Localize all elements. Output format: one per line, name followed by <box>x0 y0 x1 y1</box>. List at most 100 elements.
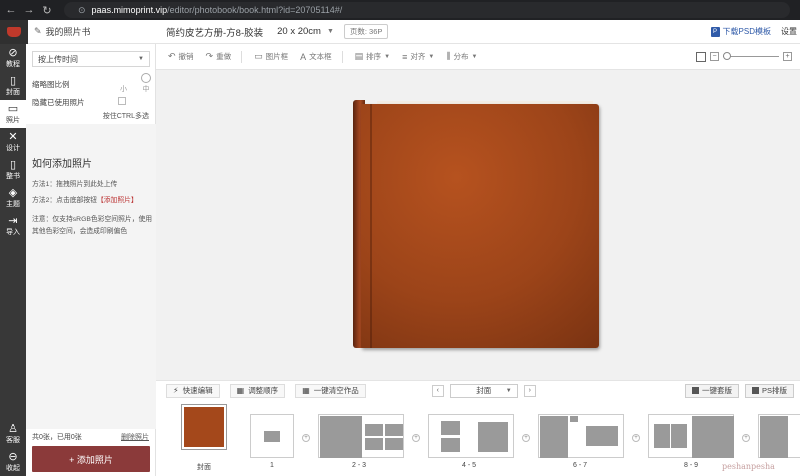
fit-screen-icon[interactable] <box>696 51 706 62</box>
address-bar[interactable]: ⊙ paas.mimoprint.vip/editor/photobook/bo… <box>64 2 790 18</box>
caret-down-icon: ▼ <box>384 53 391 60</box>
thumb-photo-slot <box>320 416 362 458</box>
align-label: 对齐 <box>410 52 426 61</box>
back-icon[interactable]: ← <box>4 3 18 17</box>
caret-down-icon: ▼ <box>138 56 144 62</box>
book-icon: ▯ <box>9 159 17 171</box>
thumb-page-2-3[interactable] <box>318 414 404 458</box>
nav-item-support[interactable]: ♙ 客服 <box>0 420 26 448</box>
size-medium: 中 <box>142 86 150 93</box>
my-books-label: 我的照片书 <box>45 27 91 37</box>
sort-select[interactable]: 按上传时间 ▼ <box>32 51 150 67</box>
clear-all-label: 一键清空作品 <box>313 386 359 395</box>
forward-icon[interactable]: → <box>22 3 36 17</box>
howto-title: 如何添加照片 <box>32 159 92 170</box>
distribute-button[interactable]: ⫼ 分布 ▼ <box>446 51 477 62</box>
method1-text: 方法1：拖拽照片到此处上传 <box>32 181 118 188</box>
text-icon: A <box>300 51 307 62</box>
align-icon: ≡ <box>402 51 408 62</box>
caret-down-icon: ▼ <box>505 387 512 394</box>
thumb-photo-slot <box>586 426 618 446</box>
text-box-button[interactable]: A 文本框 <box>300 51 332 62</box>
thumb-page-4-5[interactable] <box>428 414 514 458</box>
align-button[interactable]: ≡ 对齐 ▼ <box>402 51 434 62</box>
nav-label: 收起 <box>6 465 20 472</box>
insert-page-icon[interactable]: + <box>412 434 420 442</box>
page-controls-bar: ⚡ 快速编辑 ▦ 调整顺序 ▦ 一键清空作品 ‹ 封面 ▼ › 一键套版 PS排版 <box>156 380 800 400</box>
auto-layout-button[interactable]: 一键套版 <box>684 383 739 398</box>
thumb-label: 封面 <box>197 464 211 471</box>
clear-all-button[interactable]: ▦ 一键清空作品 <box>295 383 366 398</box>
hide-used-checkbox[interactable] <box>118 97 126 105</box>
add-photo-button[interactable]: + 添加照片 <box>32 446 150 472</box>
toolbar-divider <box>241 50 243 63</box>
reorder-label: 调整顺序 <box>248 386 279 395</box>
photo-icon: ▭ <box>7 103 19 115</box>
sort-button[interactable]: ▤ 排序 ▼ <box>355 51 390 62</box>
insert-page-icon[interactable]: + <box>522 434 530 442</box>
my-books-link[interactable]: ✎ 我的照片书 <box>34 25 158 38</box>
zoom-out-icon[interactable]: − <box>710 52 719 61</box>
insert-page-icon[interactable]: + <box>632 434 640 442</box>
thumb-page-8-9[interactable] <box>648 414 734 458</box>
zoom-in-icon[interactable]: + <box>783 52 792 61</box>
thumb-photo-slot <box>385 438 403 450</box>
lightning-icon: ⚡ <box>173 386 179 395</box>
nav-item-design[interactable]: ✕ 设计 <box>0 128 26 156</box>
delete-photos-link[interactable]: 删除照片 <box>121 432 149 442</box>
undo-button[interactable]: ↶ 撤销 <box>168 51 194 62</box>
thumb-photo-slot <box>570 416 578 422</box>
leather-cover[interactable] <box>361 104 599 348</box>
quick-edit-button[interactable]: ⚡ 快速编辑 <box>166 383 220 398</box>
nav-item-cover[interactable]: ▯ 封面 <box>0 72 26 100</box>
ps-icon <box>751 387 759 394</box>
book-cover-preview[interactable] <box>353 100 599 348</box>
app-logo[interactable] <box>0 19 28 44</box>
distribute-label: 分布 <box>453 52 469 61</box>
auto-layout-label: 一键套版 <box>701 386 732 395</box>
zoom-knob[interactable] <box>723 52 731 60</box>
nav-item-theme[interactable]: ◈ 主题 <box>0 184 26 212</box>
slider-knob[interactable] <box>141 73 151 83</box>
nav-item-photo[interactable]: ▭ 照片 <box>0 100 26 128</box>
pages-badge: 页数: 36P <box>343 24 389 39</box>
thumb-page-6-7[interactable] <box>538 414 624 458</box>
thumb-cover[interactable] <box>181 404 227 450</box>
page-select[interactable]: 封面 ▼ <box>449 383 518 398</box>
download-psd-link[interactable]: P 下载PSD模板 <box>710 26 771 37</box>
thumb-page-1[interactable] <box>250 414 294 458</box>
nav-item-help[interactable]: ⊘ 教程 <box>0 44 26 72</box>
color-note: 注意：仅支持sRGB色彩空间照片，使用其他色彩空间，会造成印刷偏色 <box>32 216 153 235</box>
size-small: 小 <box>120 86 127 93</box>
photo-frame-button[interactable]: ▭ 图片框 <box>254 51 288 62</box>
reorder-button[interactable]: ▦ 调整顺序 <box>229 383 286 398</box>
next-page-button[interactable]: › <box>523 384 536 397</box>
thumb-photo-slot <box>478 422 508 452</box>
browser-bar: ← → ↻ ⊙ paas.mimoprint.vip/editor/photob… <box>0 0 800 20</box>
redo-button[interactable]: ↷ 重做 <box>206 51 232 62</box>
zoom-slider[interactable] <box>723 52 779 60</box>
thumb-page-partial[interactable] <box>758 414 800 458</box>
nav-item-book[interactable]: ▯ 整书 <box>0 156 26 184</box>
thumb-label: 6 - 7 <box>573 462 588 469</box>
method2-link[interactable]: 【添加照片】 <box>97 197 138 204</box>
settings-link[interactable]: 设置 <box>781 26 797 37</box>
nav-label: 整书 <box>6 173 20 180</box>
image-frame-icon: ▭ <box>254 51 263 61</box>
photo-count: 共0张，已用0张 <box>32 434 82 441</box>
reorder-icon: ▦ <box>236 386 245 395</box>
nav-item-collapse[interactable]: ⊖ 收起 <box>0 448 26 476</box>
caret-down-icon[interactable]: ▼ <box>327 28 334 35</box>
nav-label: 客服 <box>6 437 20 444</box>
editor-canvas[interactable] <box>156 70 800 380</box>
insert-page-icon[interactable]: + <box>302 434 310 442</box>
ps-layout-button[interactable]: PS排版 <box>744 383 794 398</box>
reload-icon[interactable]: ↻ <box>40 3 54 17</box>
site-info-icon[interactable]: ⊙ <box>78 5 86 16</box>
prev-page-button[interactable]: ‹ <box>431 384 444 397</box>
size-select[interactable]: 20 x 20cm <box>277 26 321 37</box>
thumb-label: 2 - 3 <box>352 462 367 469</box>
insert-page-icon[interactable]: + <box>742 434 750 442</box>
hide-used-label: 隐藏已使用照片 <box>32 98 85 107</box>
nav-item-import[interactable]: ⇥ 导入 <box>0 212 26 240</box>
